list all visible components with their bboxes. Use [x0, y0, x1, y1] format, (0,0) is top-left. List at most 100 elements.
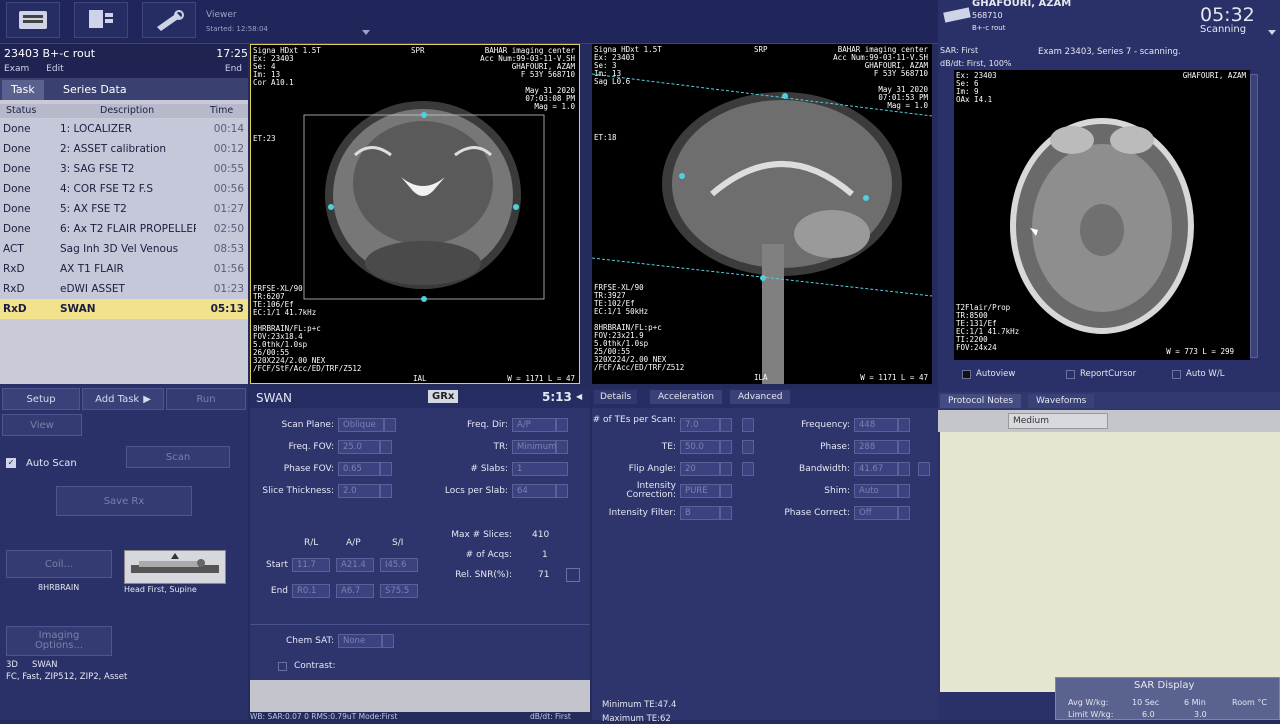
table-row[interactable]: Done 4: COR FSE T2 F.S 00:56	[0, 179, 248, 199]
scan-button[interactable]: Scan	[126, 446, 230, 468]
tr-field[interactable]: Minimum	[512, 440, 556, 454]
sagittal-viewport[interactable]: Signa HDxt 1.5T Ex: 23403 Se: 3 Im: 13 S…	[592, 44, 932, 384]
tab-acceleration[interactable]: Acceleration	[650, 390, 722, 404]
phase-correct-field[interactable]: Off	[854, 506, 898, 520]
te-scan-dropdown[interactable]	[720, 418, 732, 432]
intensity-correction-dropdown[interactable]	[720, 484, 732, 498]
table-row[interactable]: Done 3: SAG FSE T2 00:55	[0, 159, 248, 179]
start-rl-field[interactable]: 11.7	[292, 558, 330, 572]
protocol-notes-area[interactable]	[940, 432, 1280, 692]
te-scan-field[interactable]: 7.0	[680, 418, 720, 432]
frequency-label: Frequency:	[801, 420, 850, 430]
collapse-icon[interactable]: ◀	[576, 392, 582, 401]
imaging-options-button[interactable]: Imaging Options...	[6, 626, 112, 656]
slabs-field[interactable]: 1	[512, 462, 568, 476]
table-row[interactable]: Done 2: ASSET calibration 00:12	[0, 139, 248, 159]
font-size-select[interactable]: Medium	[1008, 413, 1108, 429]
shim-dropdown[interactable]	[898, 484, 910, 498]
flip-angle-field[interactable]: 20	[680, 462, 720, 476]
shim-field[interactable]: Auto	[854, 484, 898, 498]
flip-angle-spinner[interactable]	[742, 462, 754, 476]
tab-advanced[interactable]: Advanced	[730, 390, 791, 404]
table-row[interactable]: Done 6: Ax T2 FLAIR PROPELLER 02:50	[0, 219, 248, 239]
frequency-dropdown[interactable]	[898, 418, 910, 432]
autoview-checkbox[interactable]	[962, 370, 971, 379]
tr-dropdown[interactable]	[556, 440, 568, 454]
grx-button[interactable]: GRx	[428, 390, 459, 403]
intensity-filter-field[interactable]: B	[680, 506, 720, 520]
table-row[interactable]: Done 1: LOCALIZER 00:14	[0, 119, 248, 139]
phase-dropdown[interactable]	[898, 440, 910, 454]
protocol-button[interactable]	[74, 2, 128, 38]
exam-list-button[interactable]	[6, 2, 60, 38]
coil-button[interactable]: Coil...	[6, 550, 112, 578]
te-scan-spinner[interactable]	[742, 418, 754, 432]
axial-viewport[interactable]: Ex: 23403 Se: 6 Im: 9 OAx I4.1 GHAFOURI,…	[954, 70, 1250, 360]
tab-series-data[interactable]: Series Data	[54, 80, 136, 100]
phase-fov-field[interactable]: 0.65	[338, 462, 380, 476]
slice-thickness-field[interactable]: 2.0	[338, 484, 380, 498]
tools-button[interactable]	[142, 2, 196, 38]
tab-protocol-notes[interactable]: Protocol Notes	[940, 394, 1022, 408]
auto-wl-checkbox[interactable]	[1172, 370, 1181, 379]
locs-dropdown[interactable]	[556, 484, 568, 498]
bandwidth-field[interactable]: 41.67	[854, 462, 898, 476]
status-dropdown-icon[interactable]	[1268, 30, 1276, 35]
viewer-dropdown-icon[interactable]	[362, 30, 370, 35]
freq-dir-dropdown[interactable]	[556, 418, 568, 432]
contrast-checkbox[interactable]	[278, 662, 287, 671]
menu-end[interactable]: End	[225, 64, 242, 74]
frequency-field[interactable]: 448	[854, 418, 898, 432]
flip-angle-dropdown[interactable]	[720, 462, 732, 476]
freq-dir-field[interactable]: A/P	[512, 418, 556, 432]
snr-button[interactable]	[566, 568, 580, 582]
setup-button[interactable]: Setup	[2, 388, 80, 410]
table-row[interactable]: RxD SWAN 05:13	[0, 299, 248, 319]
te-dropdown[interactable]	[720, 440, 732, 454]
add-task-button[interactable]: Add Task ▶	[82, 388, 164, 410]
start-si-field[interactable]: I45.6	[380, 558, 418, 572]
view-button[interactable]: View	[2, 414, 82, 436]
intensity-correction-field[interactable]: PURE	[680, 484, 720, 498]
run-button[interactable]: Run	[166, 388, 246, 410]
locs-field[interactable]: 64	[512, 484, 556, 498]
contrast-field[interactable]	[250, 680, 590, 712]
table-row[interactable]: ACT Sag Inh 3D Vel Venous 08:53	[0, 239, 248, 259]
bandwidth-dropdown[interactable]	[898, 462, 910, 476]
report-cursor-checkbox[interactable]	[1066, 370, 1075, 379]
intensity-filter-label: Intensity Filter:	[608, 508, 676, 518]
start-ap-field[interactable]: A21.4	[336, 558, 374, 572]
tab-waveforms[interactable]: Waveforms	[1028, 394, 1095, 408]
te-spinner[interactable]	[742, 440, 754, 454]
right-tabs: Protocol Notes Waveforms	[938, 392, 1280, 410]
intensity-filter-dropdown[interactable]	[720, 506, 732, 520]
phase-correct-dropdown[interactable]	[898, 506, 910, 520]
scan-plane-field[interactable]: Oblique	[338, 418, 384, 432]
axial-scrollbar[interactable]	[1250, 74, 1258, 358]
freq-fov-field[interactable]: 25.0	[338, 440, 380, 454]
table-row[interactable]: RxD eDWI ASSET 01:23	[0, 279, 248, 299]
bandwidth-spinner[interactable]	[918, 462, 930, 476]
save-rx-button[interactable]: Save Rx	[56, 486, 192, 516]
phase-fov-dropdown[interactable]	[380, 462, 392, 476]
auto-scan-checkbox[interactable]: ✓	[6, 458, 16, 468]
menu-exam[interactable]: Exam	[4, 64, 29, 74]
end-ap-field[interactable]: A6.7	[336, 584, 374, 598]
chem-sat-dropdown[interactable]	[382, 634, 394, 648]
end-rl-field[interactable]: R0.1	[292, 584, 330, 598]
te-field[interactable]: 50.0	[680, 440, 720, 454]
coronal-viewport[interactable]: Signa HDxt 1.5T Ex: 23403 Se: 4 Im: 13 C…	[250, 44, 580, 384]
freq-fov-dropdown[interactable]	[380, 440, 392, 454]
chem-sat-field[interactable]: None	[338, 634, 382, 648]
table-row[interactable]: Done 5: AX FSE T2 01:27	[0, 199, 248, 219]
scan-plane-dropdown[interactable]	[384, 418, 396, 432]
tab-task[interactable]: Task	[2, 80, 44, 100]
rl-header: R/L	[304, 538, 319, 548]
tab-details[interactable]: Details	[594, 390, 638, 404]
slice-thickness-dropdown[interactable]	[380, 484, 392, 498]
patient-position-icon[interactable]	[124, 550, 226, 584]
end-si-field[interactable]: S75.5	[380, 584, 418, 598]
phase-field[interactable]: 288	[854, 440, 898, 454]
menu-edit[interactable]: Edit	[46, 64, 63, 74]
table-row[interactable]: RxD AX T1 FLAIR 01:56	[0, 259, 248, 279]
